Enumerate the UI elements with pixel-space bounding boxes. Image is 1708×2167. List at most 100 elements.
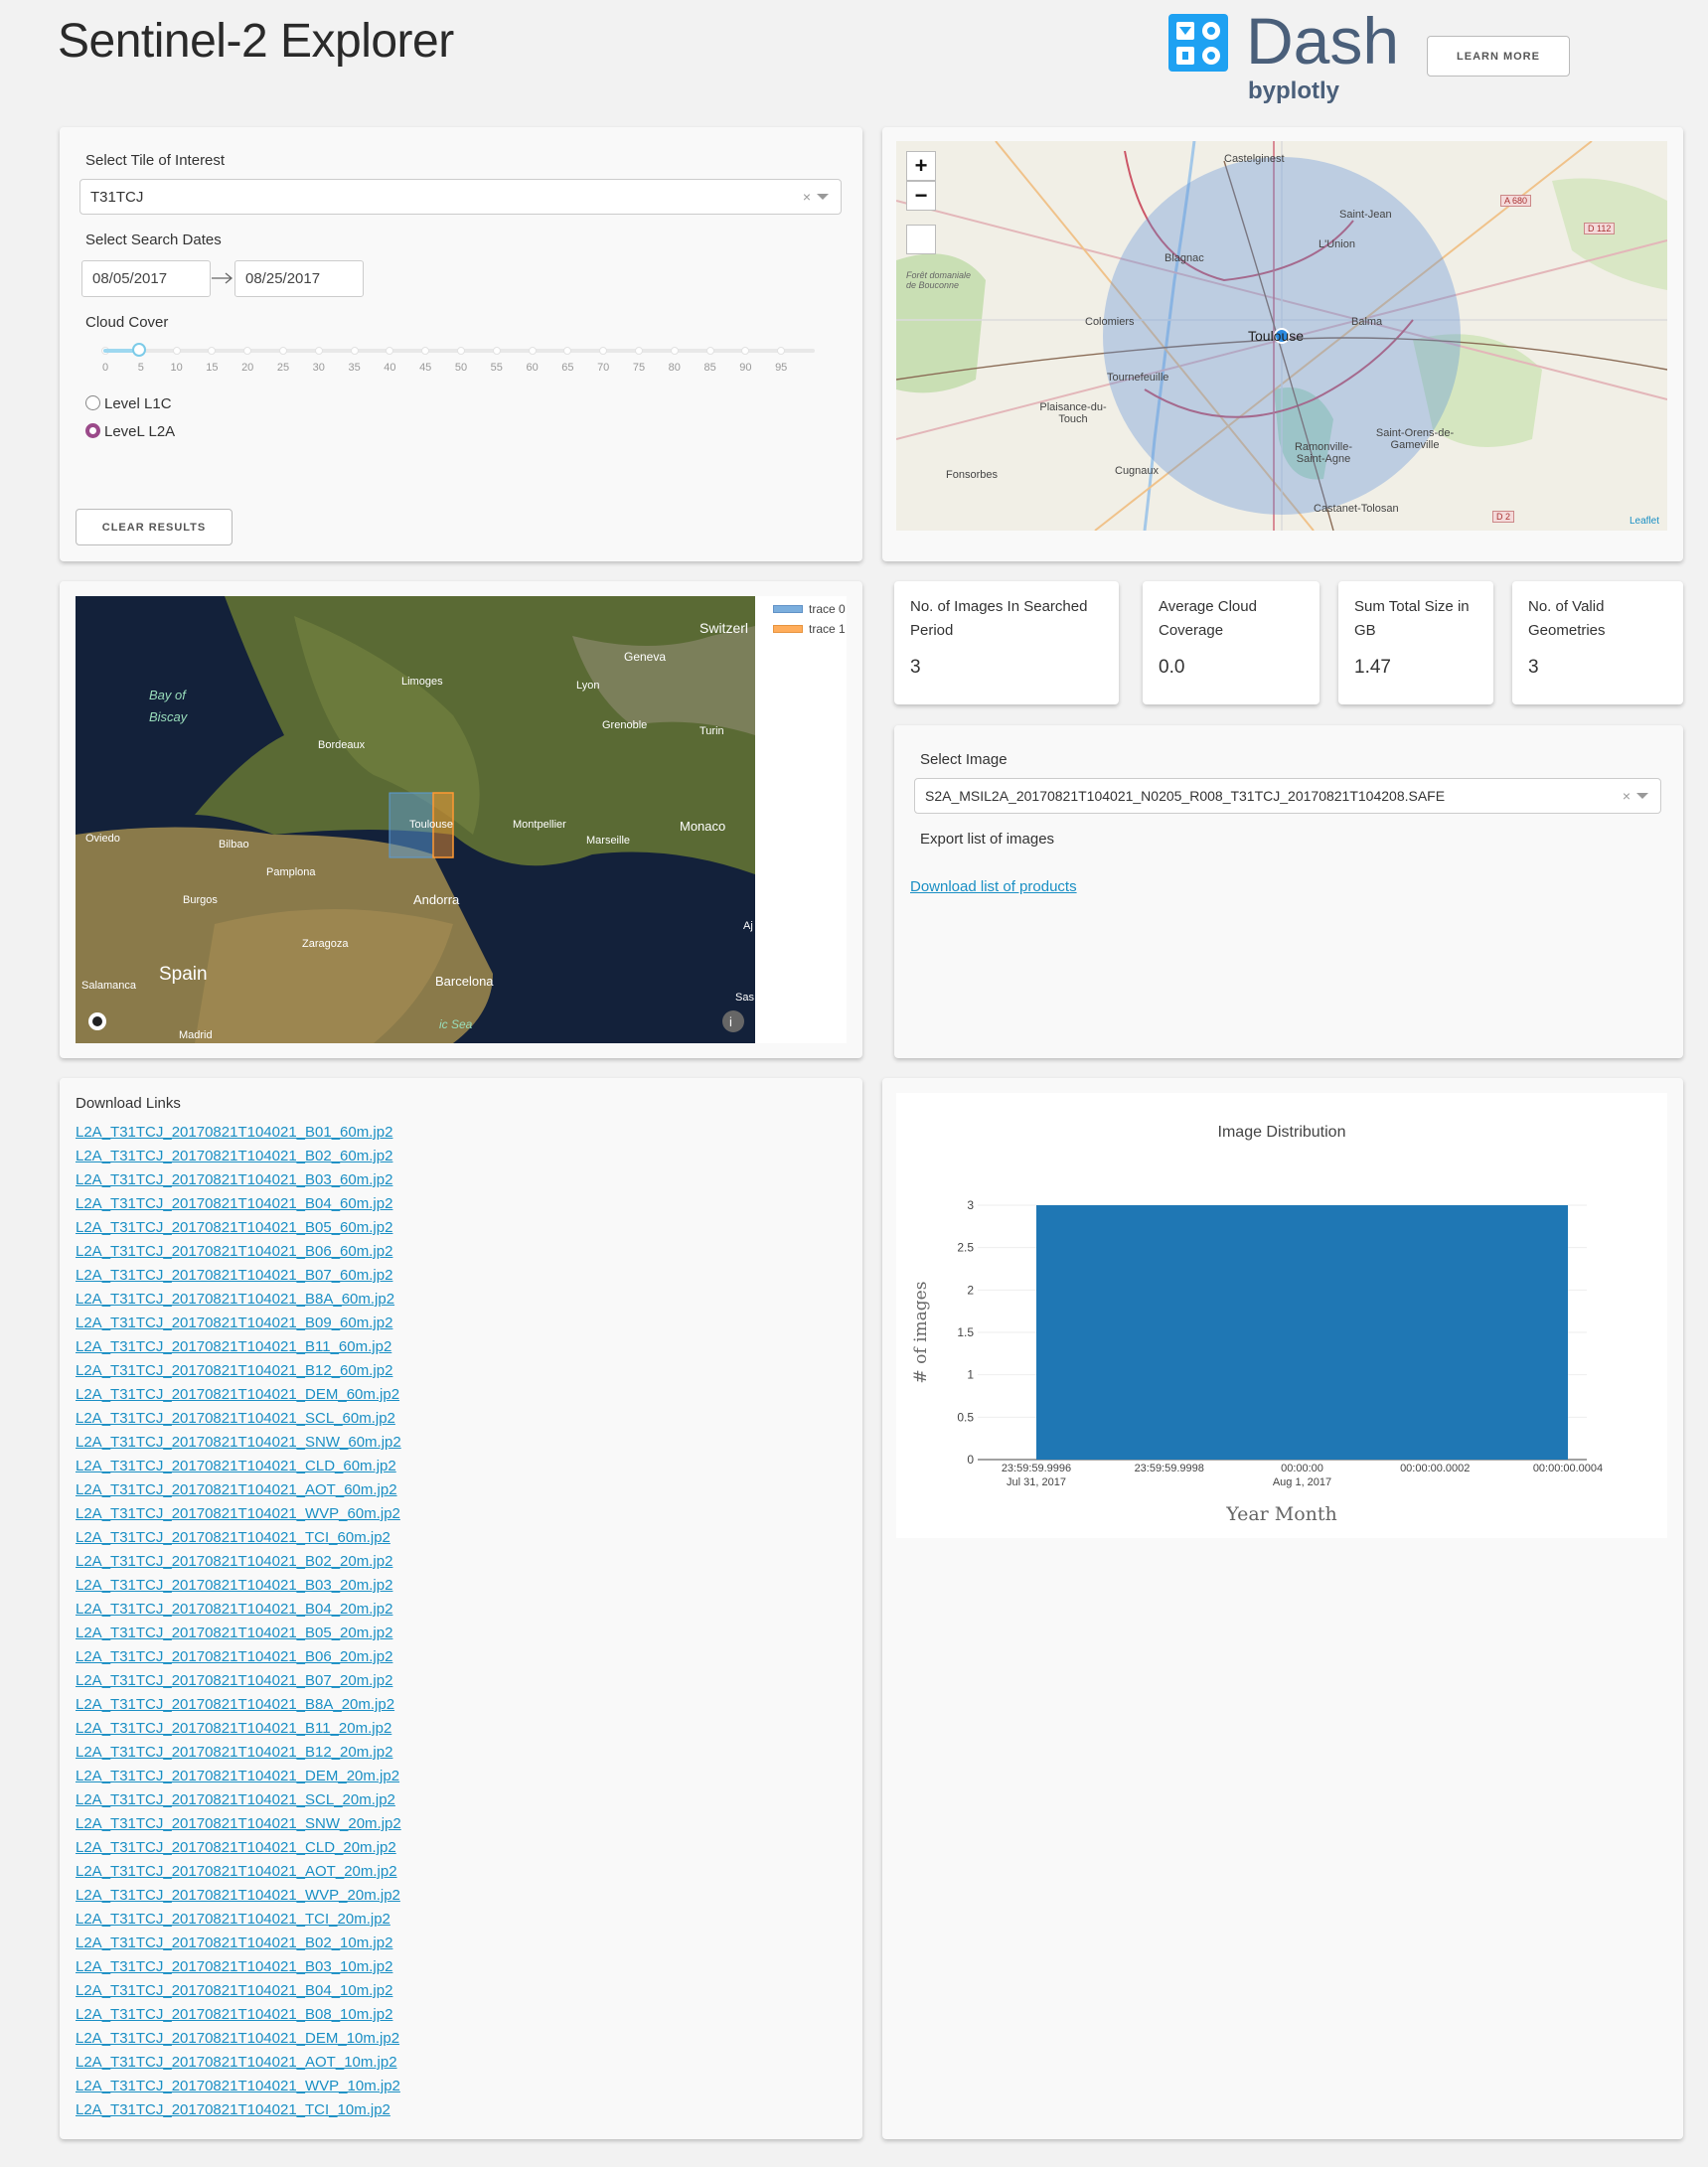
download-link[interactable]: L2A_T31TCJ_20170821T104021_DEM_20m.jp2 [76, 1768, 399, 1784]
zoom-in-button[interactable]: + [906, 151, 936, 181]
download-link[interactable]: L2A_T31TCJ_20170821T104021_B03_20m.jp2 [76, 1577, 392, 1594]
download-link[interactable]: L2A_T31TCJ_20170821T104021_TCI_60m.jp2 [76, 1529, 390, 1546]
cloud-slider-tick[interactable] [705, 347, 714, 355]
sat-label-burgos: Burgos [183, 894, 218, 906]
select-image-label: Select Image [920, 751, 1008, 768]
download-link[interactable]: L2A_T31TCJ_20170821T104021_B11_20m.jp2 [76, 1720, 391, 1737]
download-link[interactable]: L2A_T31TCJ_20170821T104021_B07_60m.jp2 [76, 1267, 392, 1284]
download-link[interactable]: L2A_T31TCJ_20170821T104021_B06_20m.jp2 [76, 1648, 392, 1665]
x-tick-label: 00:00:00 [1281, 1463, 1323, 1474]
x-tick-label: 23:59:59.9998 [1135, 1463, 1204, 1474]
cloud-slider-tick-label: 65 [561, 362, 574, 374]
download-link[interactable]: L2A_T31TCJ_20170821T104021_AOT_60m.jp2 [76, 1481, 397, 1498]
download-link[interactable]: L2A_T31TCJ_20170821T104021_B03_60m.jp2 [76, 1171, 392, 1188]
clear-results-button[interactable]: CLEAR RESULTS [76, 509, 233, 545]
download-link[interactable]: L2A_T31TCJ_20170821T104021_B02_60m.jp2 [76, 1148, 392, 1164]
download-link[interactable]: L2A_T31TCJ_20170821T104021_B04_60m.jp2 [76, 1195, 392, 1212]
download-link[interactable]: L2A_T31TCJ_20170821T104021_SNW_60m.jp2 [76, 1434, 401, 1451]
download-link[interactable]: L2A_T31TCJ_20170821T104021_B8A_20m.jp2 [76, 1696, 394, 1713]
map-road-a680: A 680 [1500, 195, 1532, 207]
download-link[interactable]: L2A_T31TCJ_20170821T104021_B12_60m.jp2 [76, 1362, 392, 1379]
satellite-map[interactable]: i Geneva Switzerl Bay of Biscay Limoges … [76, 596, 755, 1043]
download-link[interactable]: L2A_T31TCJ_20170821T104021_B02_10m.jp2 [76, 1935, 392, 1951]
radio-level-l2a[interactable] [85, 423, 100, 438]
cloud-cover-label: Cloud Cover [85, 314, 169, 331]
end-date-input[interactable]: 08/25/2017 [234, 260, 364, 297]
chevron-down-icon[interactable] [817, 194, 829, 200]
clear-icon[interactable]: × [1623, 788, 1630, 804]
download-link[interactable]: L2A_T31TCJ_20170821T104021_TCI_20m.jp2 [76, 1911, 390, 1928]
start-date-input[interactable]: 08/05/2017 [81, 260, 211, 297]
cloud-slider-tick-label: 20 [241, 362, 254, 374]
download-link[interactable]: L2A_T31TCJ_20170821T104021_B11_60m.jp2 [76, 1338, 391, 1355]
download-link[interactable]: L2A_T31TCJ_20170821T104021_SNW_20m.jp2 [76, 1815, 401, 1832]
cloud-slider-tick[interactable] [457, 347, 465, 355]
download-link[interactable]: L2A_T31TCJ_20170821T104021_B12_20m.jp2 [76, 1744, 392, 1761]
sat-label-bordeaux: Bordeaux [318, 739, 366, 751]
street-map[interactable]: Castelginest Saint-Jean L'Union Blagnac … [896, 141, 1667, 531]
download-link[interactable]: L2A_T31TCJ_20170821T104021_B04_10m.jp2 [76, 1982, 392, 1999]
map-label-balma: Balma [1351, 316, 1383, 328]
download-link[interactable]: L2A_T31TCJ_20170821T104021_TCI_10m.jp2 [76, 2101, 390, 2118]
cloud-slider-tick[interactable] [635, 347, 643, 355]
download-link[interactable]: L2A_T31TCJ_20170821T104021_SCL_20m.jp2 [76, 1791, 395, 1808]
kpi-title-geometries: No. of Valid Geometries [1528, 598, 1606, 639]
learn-more-button[interactable]: LEARN MORE [1427, 36, 1570, 77]
download-link[interactable]: L2A_T31TCJ_20170821T104021_B09_60m.jp2 [76, 1315, 392, 1331]
download-link[interactable]: L2A_T31TCJ_20170821T104021_B05_20m.jp2 [76, 1625, 392, 1641]
download-link[interactable]: L2A_T31TCJ_20170821T104021_B04_20m.jp2 [76, 1601, 392, 1618]
sat-label-bilbao: Bilbao [219, 839, 249, 851]
clear-icon[interactable]: × [803, 189, 811, 205]
legend-trace0-label[interactable]: trace 0 [809, 602, 846, 616]
x-axis-title: Year Month [1225, 1503, 1337, 1525]
download-products-link[interactable]: Download list of products [910, 878, 1077, 895]
cloud-slider-tick-label: 90 [739, 362, 752, 374]
tile-dropdown[interactable]: T31TCJ × [79, 179, 842, 215]
sat-label-toulouse: Toulouse [409, 819, 454, 831]
cloud-slider-tick[interactable] [172, 347, 181, 355]
legend-trace1-label[interactable]: trace 1 [809, 622, 846, 636]
download-link[interactable]: L2A_T31TCJ_20170821T104021_WVP_60m.jp2 [76, 1505, 400, 1522]
kpi-value-size: 1.47 [1354, 657, 1391, 678]
leaflet-attribution-link[interactable]: Leaflet [1630, 516, 1659, 527]
map-label-blagnac: Blagnac [1165, 252, 1204, 264]
download-link[interactable]: L2A_T31TCJ_20170821T104021_DEM_60m.jp2 [76, 1386, 399, 1403]
chevron-down-icon[interactable] [1636, 793, 1648, 799]
legend-trace1-swatch [773, 625, 803, 633]
cloud-slider-tick[interactable] [528, 347, 537, 355]
zoom-out-button[interactable]: − [906, 181, 936, 211]
download-link[interactable]: L2A_T31TCJ_20170821T104021_B02_20m.jp2 [76, 1553, 392, 1570]
cloud-slider-tick[interactable] [279, 347, 287, 355]
cloud-slider-tick[interactable] [670, 347, 679, 355]
y-tick-label: 2 [967, 1283, 974, 1297]
download-link[interactable]: L2A_T31TCJ_20170821T104021_B07_20m.jp2 [76, 1672, 392, 1689]
download-link[interactable]: L2A_T31TCJ_20170821T104021_B01_60m.jp2 [76, 1124, 392, 1141]
download-link[interactable]: L2A_T31TCJ_20170821T104021_CLD_60m.jp2 [76, 1458, 396, 1474]
download-link[interactable]: L2A_T31TCJ_20170821T104021_SCL_60m.jp2 [76, 1410, 395, 1427]
image-distribution-chart: Image Distribution 0 0.5 1 1.5 2 2.5 3 23:59:59.… [911, 1124, 1603, 1525]
download-link[interactable]: L2A_T31TCJ_20170821T104021_B08_10m.jp2 [76, 2006, 392, 2023]
cloud-slider-handle[interactable] [132, 343, 146, 357]
download-link[interactable]: L2A_T31TCJ_20170821T104021_AOT_20m.jp2 [76, 1863, 397, 1880]
cloud-slider-tick[interactable] [492, 347, 501, 355]
download-link[interactable]: L2A_T31TCJ_20170821T104021_B05_60m.jp2 [76, 1219, 392, 1236]
map-road-d112: D 112 [1584, 223, 1616, 234]
legend-trace0-swatch [773, 605, 803, 613]
download-link[interactable]: L2A_T31TCJ_20170821T104021_B8A_60m.jp2 [76, 1291, 394, 1308]
download-link[interactable]: L2A_T31TCJ_20170821T104021_AOT_10m.jp2 [76, 2054, 397, 2071]
download-link[interactable]: L2A_T31TCJ_20170821T104021_B03_10m.jp2 [76, 1958, 392, 1975]
cloud-slider-tick[interactable] [350, 347, 359, 355]
download-link[interactable]: L2A_T31TCJ_20170821T104021_CLD_20m.jp2 [76, 1839, 396, 1856]
download-link[interactable]: L2A_T31TCJ_20170821T104021_WVP_20m.jp2 [76, 1887, 400, 1904]
sat-label-switzerland: Switzerl [699, 620, 749, 636]
cloud-slider-tick-label: 45 [419, 362, 432, 374]
download-link[interactable]: L2A_T31TCJ_20170821T104021_WVP_10m.jp2 [76, 2078, 400, 2094]
sat-label-oviedo: Oviedo [85, 833, 120, 845]
radio-level-l1c[interactable] [85, 395, 100, 410]
draw-tool-button[interactable] [906, 225, 936, 254]
download-link[interactable]: L2A_T31TCJ_20170821T104021_DEM_10m.jp2 [76, 2030, 399, 2047]
image-dropdown[interactable]: S2A_MSIL2A_20170821T104021_N0205_R008_T3… [914, 778, 1661, 814]
cloud-slider-tick[interactable] [314, 347, 323, 355]
download-link[interactable]: L2A_T31TCJ_20170821T104021_B06_60m.jp2 [76, 1243, 392, 1260]
sat-label-zaragoza: Zaragoza [302, 938, 349, 950]
